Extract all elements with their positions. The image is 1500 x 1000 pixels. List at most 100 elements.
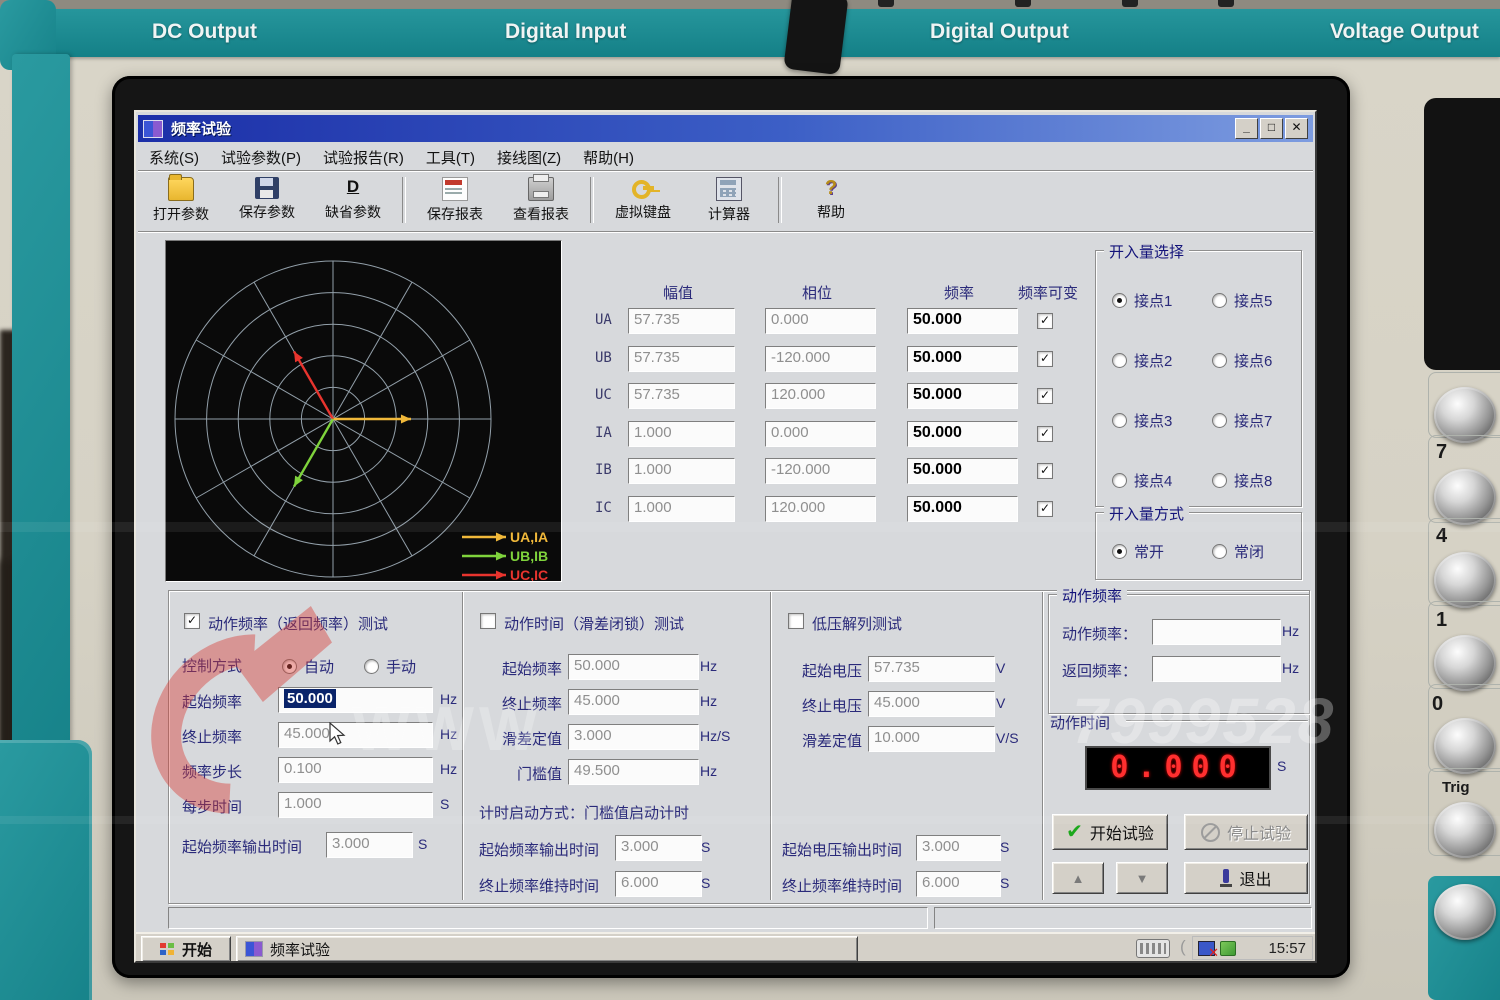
taskbar-clock: 15:57 — [1268, 940, 1306, 957]
minimize-button[interactable]: _ — [1235, 118, 1258, 139]
start-menu-button[interactable]: 开始 — [141, 936, 231, 962]
fa-stop-frequency-field[interactable]: 45.000 — [278, 722, 433, 748]
frequency-field-UA[interactable]: 50.000 — [907, 308, 1018, 334]
menu-item-2[interactable]: 试验报告(R) — [312, 144, 415, 171]
start-test-button[interactable]: ✔ 开始试验 — [1052, 814, 1168, 850]
menu-item-5[interactable]: 帮助(H) — [572, 144, 645, 171]
freq-variable-checkbox-UB[interactable]: ✓ — [1037, 351, 1053, 367]
task-button-frequency-test[interactable]: 频率试验 — [236, 936, 858, 962]
freq-variable-checkbox-IA[interactable]: ✓ — [1037, 426, 1053, 442]
action-time-checkbox[interactable] — [480, 613, 496, 629]
lv-slip-setting-field[interactable]: 10.000 — [868, 726, 995, 752]
fa-frequency-step-field[interactable]: 0.100 — [278, 757, 433, 783]
tray-utility-icon[interactable] — [1220, 941, 1236, 956]
lv-slip-setting-label: 滑差定值 — [784, 730, 862, 751]
menu-item-4[interactable]: 接线图(Z) — [486, 144, 572, 171]
at-threshold-field[interactable]: 49.500 — [568, 759, 699, 785]
control-mode-radio-手动[interactable]: 手动 — [364, 656, 416, 677]
fa-start-frequency-output-time-field[interactable]: 3.000 — [326, 832, 413, 858]
step-up-button[interactable]: ▲ — [1052, 862, 1104, 894]
maximize-button[interactable]: □ — [1260, 118, 1283, 139]
svg-text:UB,IB: UB,IB — [510, 548, 548, 564]
amplitude-field-UB[interactable]: 57.735 — [628, 346, 735, 372]
phase-field-UA[interactable]: 0.000 — [765, 308, 876, 334]
phase-field-IC[interactable]: 120.000 — [765, 496, 876, 522]
at-stop-frequency-hold-time-field[interactable]: 6.000 — [615, 871, 702, 897]
contact-radio-接点5[interactable]: 接点5 — [1212, 290, 1272, 311]
radio-icon — [1112, 353, 1127, 368]
at-start-frequency-field[interactable]: 50.000 — [568, 654, 699, 680]
lv-stop-frequency-hold-time-field[interactable]: 6.000 — [916, 871, 1001, 897]
toolbar-view-report-printer-button[interactable]: 查看报表 — [498, 175, 584, 224]
toolbar-virtual-keyboard-key-button[interactable]: 虚拟键盘 — [600, 175, 686, 222]
contact-mode-radio-常开[interactable]: 常开 — [1112, 541, 1164, 562]
title-bar[interactable]: 频率试验 _ □ ✕ — [138, 115, 1313, 142]
frequency-field-UB[interactable]: 50.000 — [907, 346, 1018, 372]
column-header-frequency: 频率 — [907, 282, 1011, 303]
freq-variable-checkbox-IB[interactable]: ✓ — [1037, 463, 1053, 479]
amplitude-field-IB[interactable]: 1.000 — [628, 458, 735, 484]
at-stop-frequency-unit: Hz — [700, 693, 717, 709]
lv-stop-voltage-field[interactable]: 45.000 — [868, 691, 995, 717]
amplitude-field-UA[interactable]: 57.735 — [628, 308, 735, 334]
freq-variable-checkbox-UA[interactable]: ✓ — [1037, 313, 1053, 329]
freq-action-checkbox[interactable]: ✓ — [184, 613, 200, 629]
hardware-button-label-Trig: Trig — [1442, 779, 1470, 796]
step-down-button[interactable]: ▼ — [1116, 862, 1168, 894]
lv-start-voltage-output-time-field[interactable]: 3.000 — [916, 835, 1001, 861]
contact-radio-接点2[interactable]: 接点2 — [1112, 350, 1172, 371]
input-method-keyboard-icon[interactable] — [1136, 939, 1170, 958]
fa-step-time-field[interactable]: 1.000 — [278, 792, 433, 818]
lv-slip-setting-unit: V/S — [996, 730, 1019, 746]
fa-start-frequency-field[interactable]: 50.000 — [278, 687, 433, 713]
contact-radio-接点1[interactable]: 接点1 — [1112, 290, 1172, 311]
hardware-button-4 — [1434, 552, 1496, 608]
menu-item-0[interactable]: 系统(S) — [138, 144, 210, 171]
contact-radio-接点3[interactable]: 接点3 — [1112, 410, 1172, 431]
low-voltage-checkbox[interactable] — [788, 613, 804, 629]
contact-mode-radio-常闭[interactable]: 常闭 — [1212, 541, 1264, 562]
phase-field-UC[interactable]: 120.000 — [765, 383, 876, 409]
at-start-frequency-output-time-field[interactable]: 3.000 — [615, 835, 702, 861]
toolbar-open-folder-button[interactable]: 打开参数 — [138, 175, 224, 224]
fa-step-time-unit: S — [440, 796, 449, 812]
network-disconnected-icon[interactable] — [1198, 941, 1215, 956]
return-frequency-result-field[interactable] — [1152, 656, 1281, 682]
amplitude-field-UC[interactable]: 57.735 — [628, 383, 735, 409]
contact-radio-接点7[interactable]: 接点7 — [1212, 410, 1272, 431]
frequency-field-IB[interactable]: 50.000 — [907, 458, 1018, 484]
phase-field-IB[interactable]: -120.000 — [765, 458, 876, 484]
control-mode-radio-自动[interactable]: 自动 — [282, 656, 334, 677]
at-stop-frequency-field[interactable]: 45.000 — [568, 689, 699, 715]
freq-variable-checkbox-UC[interactable]: ✓ — [1037, 388, 1053, 404]
toolbar-save-report-button[interactable]: 保存报表 — [412, 175, 498, 224]
lv-start-voltage-field[interactable]: 57.735 — [868, 656, 995, 682]
phase-field-IA[interactable]: 0.000 — [765, 421, 876, 447]
toolbar-separator — [402, 177, 406, 223]
frequency-field-IC[interactable]: 50.000 — [907, 496, 1018, 522]
toolbar-save-floppy-button[interactable]: 保存参数 — [224, 175, 310, 222]
stop-test-button[interactable]: 停止试验 — [1184, 814, 1308, 850]
action-frequency-result-field[interactable] — [1152, 619, 1281, 645]
right-panel-recess — [1424, 98, 1500, 370]
at-slip-setting-unit: Hz/S — [700, 728, 730, 744]
phase-field-UB[interactable]: -120.000 — [765, 346, 876, 372]
frequency-field-UC[interactable]: 50.000 — [907, 383, 1018, 409]
contact-radio-接点4[interactable]: 接点4 — [1112, 470, 1172, 491]
contact-radio-接点6[interactable]: 接点6 — [1212, 350, 1272, 371]
hardware-button-Trig — [1434, 802, 1496, 858]
menu-item-1[interactable]: 试验参数(P) — [210, 144, 312, 171]
action-frequency-group-title: 动作频率 — [1057, 585, 1127, 606]
toolbar-help-button[interactable]: ?帮助 — [788, 175, 874, 222]
contact-radio-接点8[interactable]: 接点8 — [1212, 470, 1272, 491]
toolbar-default-params-button[interactable]: D缺省参数 — [310, 175, 396, 222]
at-slip-setting-field[interactable]: 3.000 — [568, 724, 699, 750]
menu-item-3[interactable]: 工具(T) — [415, 144, 486, 171]
amplitude-field-IA[interactable]: 1.000 — [628, 421, 735, 447]
amplitude-field-IC[interactable]: 1.000 — [628, 496, 735, 522]
toolbar-calculator-button[interactable]: 计算器 — [686, 175, 772, 224]
freq-variable-checkbox-IC[interactable]: ✓ — [1037, 501, 1053, 517]
frequency-field-IA[interactable]: 50.000 — [907, 421, 1018, 447]
close-button[interactable]: ✕ — [1285, 118, 1308, 139]
exit-button[interactable]: 退出 — [1184, 862, 1308, 894]
